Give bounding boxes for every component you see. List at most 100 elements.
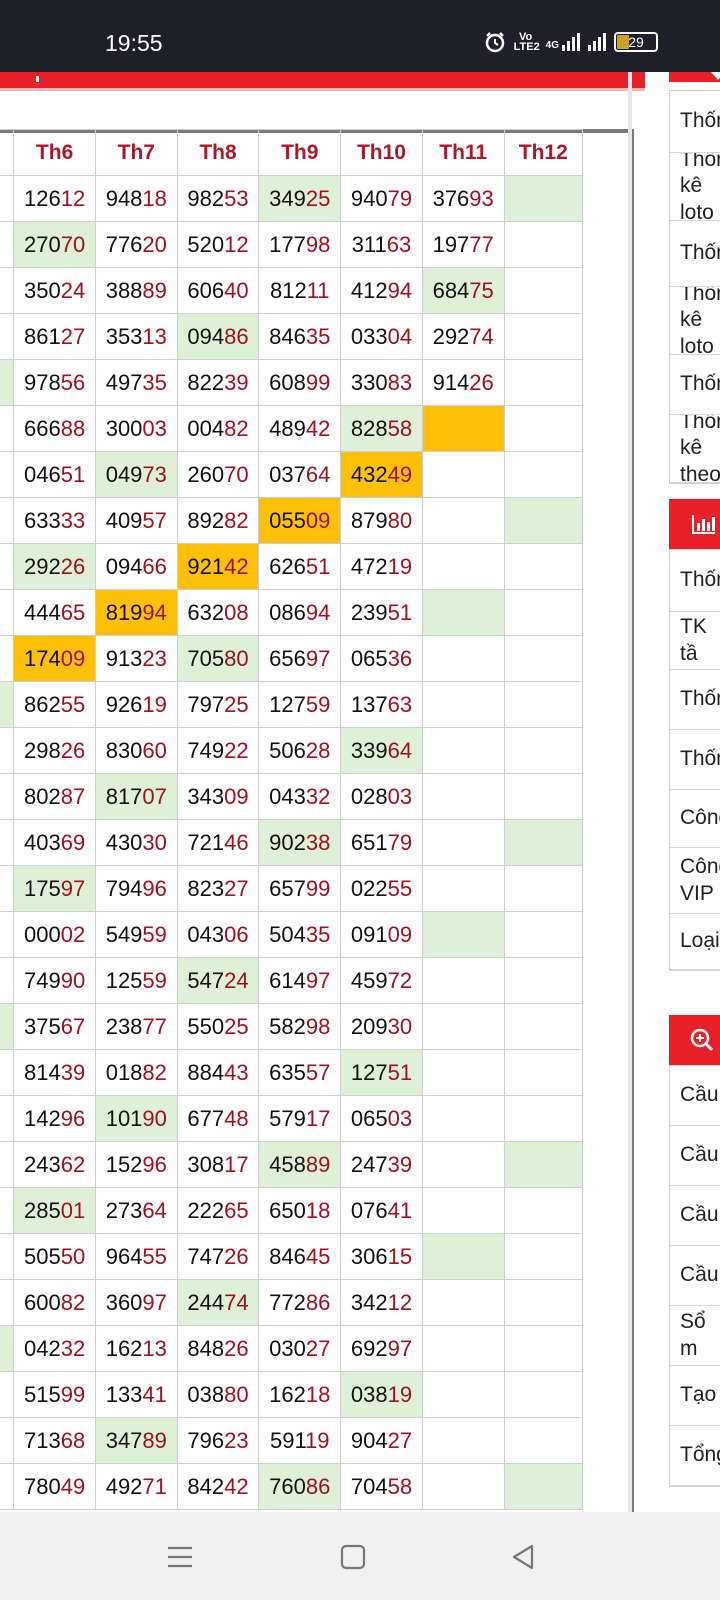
table-cell — [503, 865, 584, 912]
table-cell — [421, 405, 505, 452]
sidebar-item[interactable]: Thống — [670, 355, 720, 415]
sidebar-item[interactable]: Công — [670, 790, 720, 848]
table-cell: 74726 — [176, 1233, 260, 1280]
table-cell: 23951 — [340, 589, 423, 636]
table-row: 761740991323705806569706536 — [0, 635, 584, 682]
table-cell: 54959 — [94, 911, 178, 958]
table-cell: 84635 — [258, 313, 342, 360]
table-cell: 82327 — [176, 865, 260, 912]
table-row: 33978564973582239608993308391426 — [0, 359, 584, 406]
sidebar-item[interactable]: Cầu — [670, 1066, 720, 1126]
table-cell: 24739 — [340, 1141, 423, 1188]
main-content[interactable]: Th5Th6Th7Th8Th9Th10Th11Th12 311261294818… — [0, 72, 645, 1512]
table-cell: 94079 — [340, 175, 423, 222]
table-cell: 31163 — [340, 221, 423, 268]
right-sidebar[interactable]: ThốngThống kê lotoThốngThống kê lotoThốn… — [645, 72, 720, 1512]
table-row: 980000254959043065043509109 — [0, 911, 584, 958]
sidebar-item[interactable]: Loại — [670, 914, 720, 970]
table-row: 317804949271842427608670458 — [0, 1463, 584, 1510]
table-row: 99861273531309486846350330429274 — [0, 313, 584, 360]
table-cell: 47219 — [340, 543, 423, 590]
table-cell: 27364 — [94, 1187, 178, 1234]
sidebar-item[interactable]: Tổng — [670, 1426, 720, 1486]
table-cell: 12751 — [340, 1049, 423, 1096]
table-cell — [421, 773, 505, 820]
table-cell — [503, 727, 584, 774]
sidebar-item[interactable]: Thống — [670, 221, 720, 287]
menu-icon[interactable] — [165, 1542, 195, 1572]
table-cell: 35313 — [94, 313, 178, 360]
table-cell: 82858 — [340, 405, 423, 452]
table-cell: 62651 — [258, 543, 342, 590]
home-icon[interactable] — [338, 1542, 368, 1572]
table-cell: 13 — [0, 1279, 15, 1326]
table-cell — [503, 405, 584, 452]
sidebar-item[interactable]: TK tầ — [670, 612, 720, 670]
sidebar-item[interactable]: Thống — [670, 550, 720, 612]
sidebar-header-chart — [669, 499, 720, 549]
table-cell: 81439 — [13, 1049, 96, 1096]
sidebar-item[interactable]: Cầu — [670, 1186, 720, 1246]
sidebar-item[interactable]: Cầu — [670, 1246, 720, 1306]
table-cell: 78 — [0, 1371, 15, 1418]
table-cell: 57917 — [258, 1095, 342, 1142]
table-cell: 98 — [0, 1325, 15, 1372]
table-cell: 26070 — [176, 451, 260, 498]
table-cell — [421, 1003, 505, 1050]
sidebar-item[interactable]: Công VIP — [670, 848, 720, 914]
sidebar-item[interactable]: Thống kê theo — [670, 415, 720, 483]
table-cell — [421, 1371, 505, 1418]
table-cell: 78 — [0, 1003, 15, 1050]
column-header: Th9 — [258, 129, 342, 176]
header-divider — [0, 88, 645, 91]
table-cell: 44465 — [13, 589, 96, 636]
vertical-scrollbar[interactable] — [628, 72, 632, 1512]
results-table: Th5Th6Th7Th8Th9Th10Th11Th12 311261294818… — [0, 129, 584, 1510]
sidebar-item[interactable]: Thống — [670, 91, 720, 153]
status-bar: 19:55 Vo LTE2 4G 29 — [0, 0, 720, 72]
table-cell: 96455 — [94, 1233, 178, 1280]
table-cell — [421, 957, 505, 1004]
table-row: 57350243888960640812114129468475 — [0, 267, 584, 314]
back-icon[interactable] — [508, 1542, 538, 1572]
table-cell: 57 — [0, 221, 15, 268]
table-cell: 32 — [0, 1187, 15, 1234]
table-cell: 04651 — [13, 451, 96, 498]
sidebar-item[interactable]: Thống — [670, 670, 720, 730]
status-time: 19:55 — [105, 30, 163, 56]
table-cell: 29826 — [13, 727, 96, 774]
table-cell: 91323 — [94, 635, 178, 682]
table-cell: 77620 — [94, 221, 178, 268]
table-cell — [503, 359, 584, 406]
sidebar-item[interactable]: Thống kê loto — [670, 153, 720, 221]
sidebar-item[interactable]: Cầu — [670, 1126, 720, 1186]
sidebar-item[interactable]: Thống kê loto — [670, 287, 720, 355]
table-cell — [503, 451, 584, 498]
table-cell — [503, 773, 584, 820]
table-cell: 52012 — [176, 221, 260, 268]
sidebar-item[interactable]: Sổ m — [670, 1306, 720, 1366]
table-cell: 26 — [0, 819, 15, 866]
sidebar-header-search — [669, 1015, 720, 1065]
table-cell — [503, 1417, 584, 1464]
sidebar-item[interactable]: Tạo — [670, 1366, 720, 1426]
table-cell: 04232 — [13, 1325, 96, 1372]
table-cell — [421, 451, 505, 498]
table-cell: 97 — [0, 1141, 15, 1188]
table-cell: 60899 — [258, 359, 342, 406]
caret-down-icon — [711, 72, 720, 80]
signal-icon — [588, 33, 606, 51]
table-cell: 02803 — [340, 773, 423, 820]
sidebar-item[interactable]: Thống — [670, 730, 720, 790]
table-cell: 17798 — [258, 221, 342, 268]
table-row: 516668830003004824894282858 — [0, 405, 584, 452]
table-cell: 30 — [0, 773, 15, 820]
table-cell: 03819 — [340, 1371, 423, 1418]
table-cell — [421, 1417, 505, 1464]
table-cell — [503, 1233, 584, 1280]
table-row: 136008236097244747728634212 — [0, 1279, 584, 1326]
table-cell: 16213 — [94, 1325, 178, 1372]
table-cell: 36097 — [94, 1279, 178, 1326]
table-cell: 20930 — [340, 1003, 423, 1050]
table-cell: 63557 — [258, 1049, 342, 1096]
